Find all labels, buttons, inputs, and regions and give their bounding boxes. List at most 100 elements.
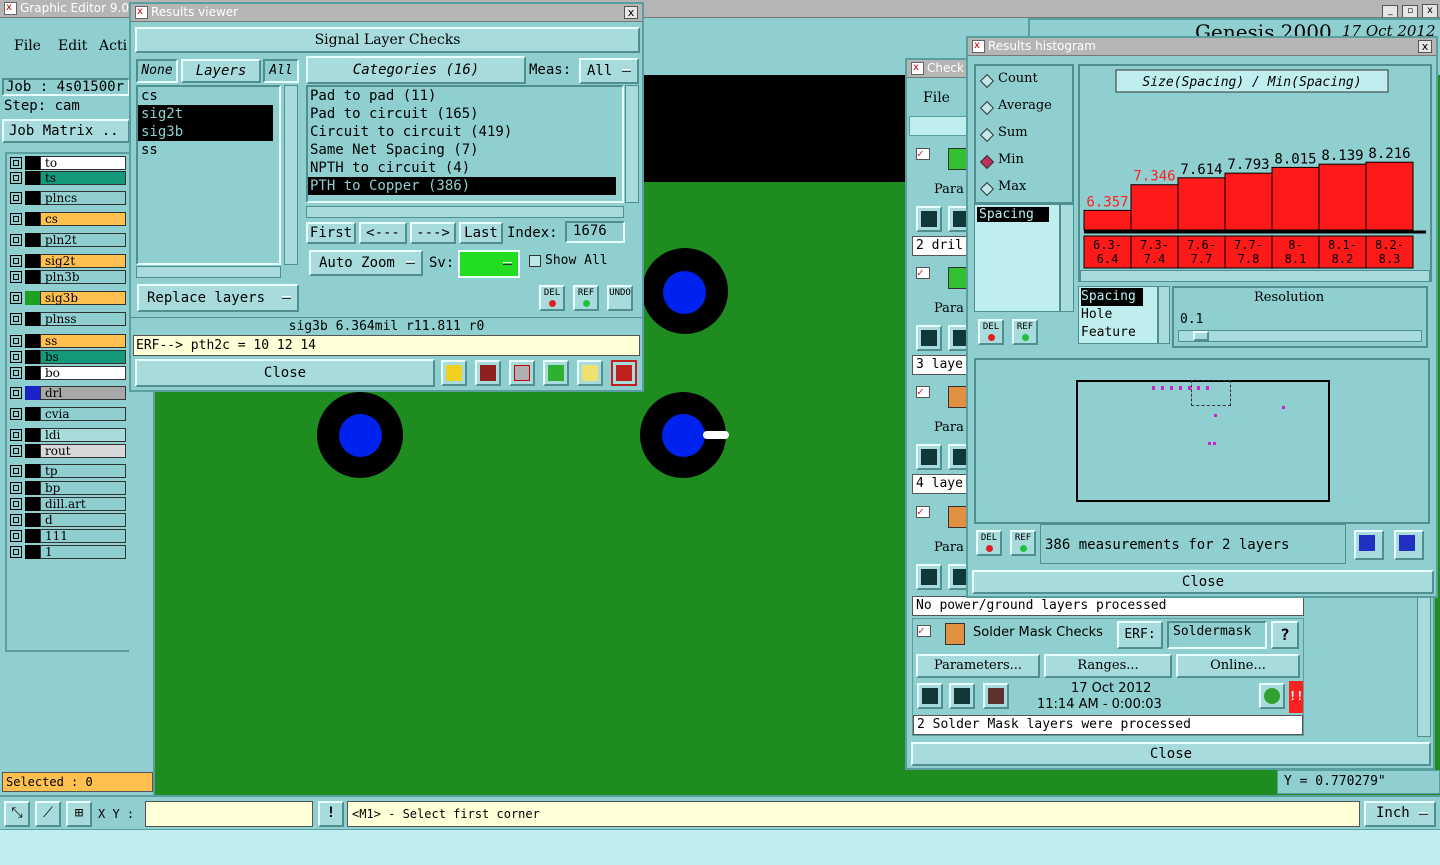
- hist-ref-button[interactable]: REF: [1010, 530, 1036, 556]
- hist-del-button[interactable]: DEL: [976, 530, 1002, 556]
- first-button[interactable]: First: [306, 222, 356, 244]
- ref-button[interactable]: REF: [573, 285, 599, 311]
- erf-value-field[interactable]: Soldermask: [1167, 621, 1267, 649]
- sv-color-select[interactable]: [458, 250, 520, 278]
- layer-checkbox[interactable]: [10, 255, 22, 267]
- hist-ref-button-top[interactable]: REF: [1012, 319, 1038, 345]
- layer-checkbox[interactable]: [10, 367, 22, 379]
- layer-row[interactable]: pln3b: [7, 270, 127, 284]
- del-button[interactable]: DEL: [539, 285, 565, 311]
- layer-checkbox[interactable]: [10, 351, 22, 363]
- layer-list-item[interactable]: sig2t: [138, 105, 273, 123]
- close-icon[interactable]: x: [624, 6, 638, 19]
- check-mark-icon[interactable]: ✓: [916, 386, 930, 398]
- none-button[interactable]: None: [136, 59, 178, 83]
- replace-layers-select[interactable]: Replace layers: [137, 284, 299, 312]
- check-mark-icon[interactable]: ✓: [916, 148, 930, 160]
- histogram-bar[interactable]: [1365, 161, 1414, 231]
- mode-radio[interactable]: [979, 154, 995, 170]
- check-mark-icon[interactable]: ✓: [916, 267, 930, 279]
- show-all-checkbox[interactable]: [529, 255, 541, 267]
- resolution-slider[interactable]: [1178, 330, 1422, 342]
- layer-row[interactable]: 1: [7, 545, 127, 559]
- layer-list-item[interactable]: cs: [138, 87, 273, 105]
- layer-row[interactable]: tp: [7, 464, 127, 478]
- layer-row[interactable]: drl: [7, 386, 127, 400]
- layer-name[interactable]: bp: [40, 481, 126, 495]
- minimize-button[interactable]: _: [1382, 5, 1399, 17]
- categories-scrollbar[interactable]: [625, 85, 639, 203]
- layer-checkbox[interactable]: [10, 157, 22, 169]
- help-button[interactable]: ?: [1271, 621, 1299, 649]
- layer-checkbox[interactable]: [10, 271, 22, 283]
- params-button[interactable]: Para: [934, 182, 964, 197]
- histogram-bar[interactable]: [1177, 177, 1226, 231]
- layer-row[interactable]: sig2t: [7, 254, 127, 268]
- job-matrix-button[interactable]: Job Matrix ..: [2, 119, 130, 143]
- category-item[interactable]: Circuit to circuit (419): [308, 123, 616, 141]
- layer-checkbox[interactable]: [10, 192, 22, 204]
- check-mark-icon[interactable]: ✓: [916, 506, 930, 518]
- layer-checkbox[interactable]: [10, 172, 22, 184]
- grid-tool-icon[interactable]: ⊞: [66, 801, 92, 827]
- run-check-icon[interactable]: [917, 683, 943, 709]
- measure-tool-icon[interactable]: ⟋: [35, 801, 61, 827]
- layer-name[interactable]: drl: [40, 386, 126, 400]
- layer-view-icon[interactable]: [441, 360, 467, 386]
- mode-radio[interactable]: [979, 100, 995, 116]
- board-view-icon[interactable]: [475, 360, 501, 386]
- layer-row[interactable]: plncs: [7, 191, 127, 205]
- layer-name[interactable]: 1: [40, 545, 126, 559]
- layer-name[interactable]: pln3b: [40, 270, 126, 284]
- layer-row[interactable]: ss: [7, 334, 127, 348]
- layer-checkbox[interactable]: [10, 335, 22, 347]
- restore-button[interactable]: ▫: [1402, 5, 1419, 17]
- layer-row[interactable]: bo: [7, 366, 127, 380]
- category-item[interactable]: Pad to circuit (165): [308, 105, 616, 123]
- alert-icon[interactable]: !: [318, 801, 344, 827]
- layer-row[interactable]: dill.art: [7, 497, 127, 511]
- results-close-button[interactable]: Close: [135, 359, 435, 387]
- checklist-file-menu[interactable]: File: [923, 90, 950, 106]
- histogram-bar[interactable]: [1130, 184, 1179, 231]
- layer-checkbox[interactable]: [10, 387, 22, 399]
- layer-row[interactable]: 111: [7, 529, 127, 543]
- layer-name[interactable]: sig3b: [40, 291, 126, 305]
- layer-row[interactable]: sig3b: [7, 291, 127, 305]
- hist-del-button-top[interactable]: DEL: [978, 319, 1004, 345]
- zoom-tool-icon[interactable]: ⤡: [4, 801, 30, 827]
- params-button[interactable]: Para: [934, 301, 964, 316]
- layer-row[interactable]: ldi: [7, 428, 127, 442]
- layer-row[interactable]: d: [7, 513, 127, 527]
- run-check-icon[interactable]: [916, 444, 942, 470]
- slider-thumb[interactable]: [1193, 331, 1209, 341]
- mode-list-scrollbar[interactable]: [1060, 204, 1074, 312]
- layer-list-item[interactable]: sig3b: [138, 123, 273, 141]
- layers-scrollbar[interactable]: [284, 85, 298, 265]
- layer-name[interactable]: 111: [40, 529, 126, 543]
- histogram-bar[interactable]: [1224, 172, 1273, 231]
- params-button[interactable]: Para: [934, 420, 964, 435]
- histogram-bar[interactable]: [1271, 166, 1320, 231]
- layer-row[interactable]: bs: [7, 350, 127, 364]
- close-app-button[interactable]: x: [1422, 4, 1438, 17]
- zoom-icon[interactable]: [1259, 683, 1285, 709]
- layer-name[interactable]: cvia: [40, 407, 126, 421]
- numbering-icon[interactable]: [543, 360, 569, 386]
- undo-button[interactable]: UNDO: [607, 285, 633, 311]
- meas-select[interactable]: All: [579, 58, 639, 84]
- layer-name[interactable]: bo: [40, 366, 126, 380]
- prev-button[interactable]: <---: [359, 222, 407, 244]
- run-check-icon[interactable]: [983, 683, 1009, 709]
- menu-edit[interactable]: Edit: [58, 38, 87, 54]
- layer-checkbox[interactable]: [10, 234, 22, 246]
- params-button[interactable]: Para: [934, 540, 964, 555]
- layer-row[interactable]: bp: [7, 481, 127, 495]
- xy-input[interactable]: [145, 801, 313, 827]
- layer-checkbox[interactable]: [10, 546, 22, 558]
- histogram-icon[interactable]: [611, 360, 637, 386]
- list-item[interactable]: Feature: [1081, 324, 1155, 342]
- category-item[interactable]: NPTH to circuit (4): [308, 159, 616, 177]
- close-icon[interactable]: x: [1418, 40, 1432, 53]
- menu-actions[interactable]: Acti: [99, 38, 127, 54]
